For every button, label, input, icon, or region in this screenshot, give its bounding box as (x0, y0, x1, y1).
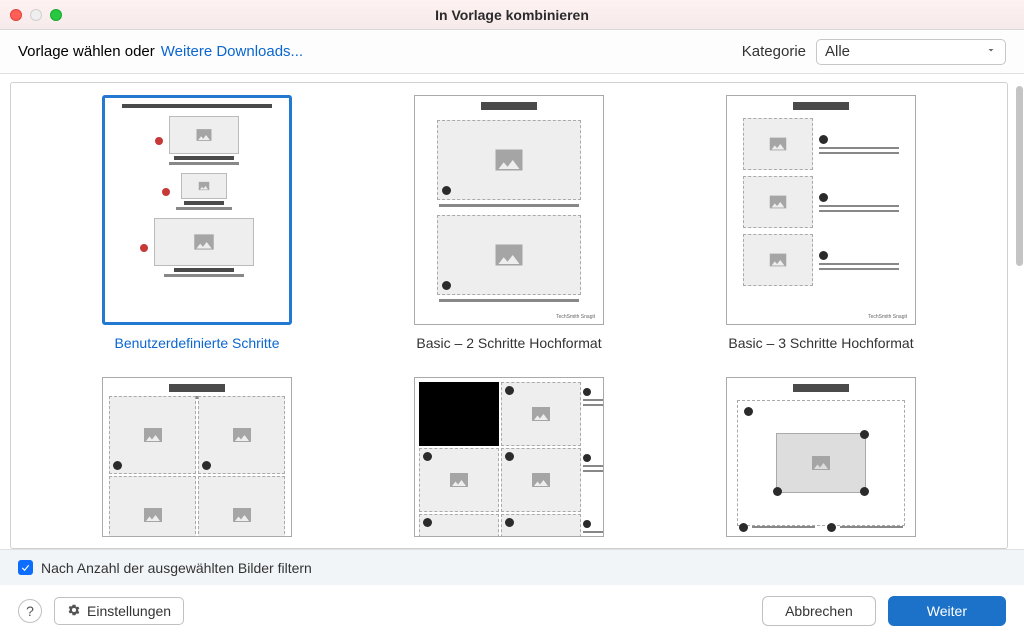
next-button[interactable]: Weiter (888, 596, 1006, 626)
template-item-basic-3-portrait[interactable]: TechSmith Snagit Basic – 3 Schritte Hoch… (695, 95, 947, 351)
template-thumb (414, 377, 604, 537)
help-icon: ? (26, 603, 34, 619)
template-grid-container: Benutzerdefinierte Schritte TechSmith Sn… (10, 82, 1008, 549)
button-row: ? Einstellungen Abbrechen Weiter (0, 585, 1024, 637)
chevron-down-icon (985, 43, 997, 60)
template-label: Basic – 2 Schritte Hochformat (416, 335, 601, 351)
titlebar: In Vorlage kombinieren (0, 0, 1024, 30)
template-thumb (726, 377, 916, 537)
thumb-footer: TechSmith Snagit (556, 314, 595, 320)
template-thumb: TechSmith Snagit (726, 95, 916, 325)
choose-template-label: Vorlage wählen oder (18, 43, 155, 60)
template-item-custom-steps[interactable]: Benutzerdefinierte Schritte (71, 95, 323, 351)
content-area: Benutzerdefinierte Schritte TechSmith Sn… (0, 74, 1024, 549)
scrollbar-thumb[interactable] (1016, 86, 1023, 266)
filter-label: Nach Anzahl der ausgewählten Bilder filt… (41, 560, 312, 576)
filter-checkbox[interactable] (18, 560, 33, 575)
template-item-callout-4[interactable] (695, 377, 947, 537)
zoom-icon[interactable] (50, 9, 62, 21)
next-label: Weiter (927, 603, 967, 619)
template-thumb (102, 377, 292, 537)
template-label: Basic – 3 Schritte Hochformat (728, 335, 913, 351)
minimize-icon (30, 9, 42, 21)
category-label: Kategorie (742, 43, 806, 60)
window-title: In Vorlage kombinieren (0, 7, 1024, 23)
category-select-value: Alle (825, 43, 850, 60)
category-select[interactable]: Alle (816, 39, 1006, 65)
more-downloads-link[interactable]: Weitere Downloads... (161, 43, 303, 60)
template-label: Benutzerdefinierte Schritte (115, 335, 280, 351)
filter-row: Nach Anzahl der ausgewählten Bilder filt… (0, 549, 1024, 585)
cancel-label: Abbrechen (785, 603, 853, 619)
close-icon[interactable] (10, 9, 22, 21)
template-thumb: TechSmith Snagit (414, 95, 604, 325)
template-item-basic-2-portrait[interactable]: TechSmith Snagit Basic – 2 Schritte Hoch… (383, 95, 635, 351)
gear-icon (67, 603, 81, 620)
help-button[interactable]: ? (18, 599, 42, 623)
settings-button[interactable]: Einstellungen (54, 597, 184, 625)
template-item-dark-grid[interactable] (383, 377, 635, 537)
thumb-footer: TechSmith Snagit (868, 314, 907, 320)
template-item-grid-4[interactable] (71, 377, 323, 537)
template-thumb (102, 95, 292, 325)
cancel-button[interactable]: Abbrechen (762, 596, 876, 626)
settings-label: Einstellungen (87, 603, 171, 619)
scrollbar[interactable] (1014, 82, 1024, 549)
header-row: Vorlage wählen oder Weitere Downloads...… (0, 30, 1024, 74)
traffic-lights (10, 9, 62, 21)
